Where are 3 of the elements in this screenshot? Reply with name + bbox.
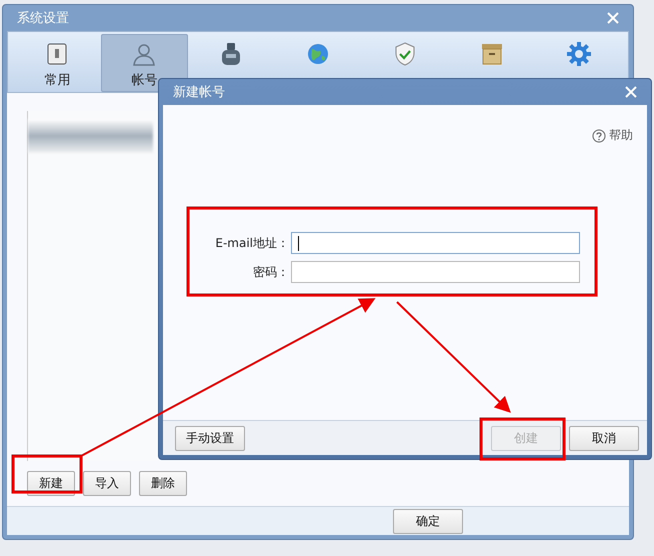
window-title: 系统设置 <box>17 10 69 27</box>
field-label: 密码： <box>252 264 289 280</box>
field-label: E-mail地址： <box>214 234 289 252</box>
